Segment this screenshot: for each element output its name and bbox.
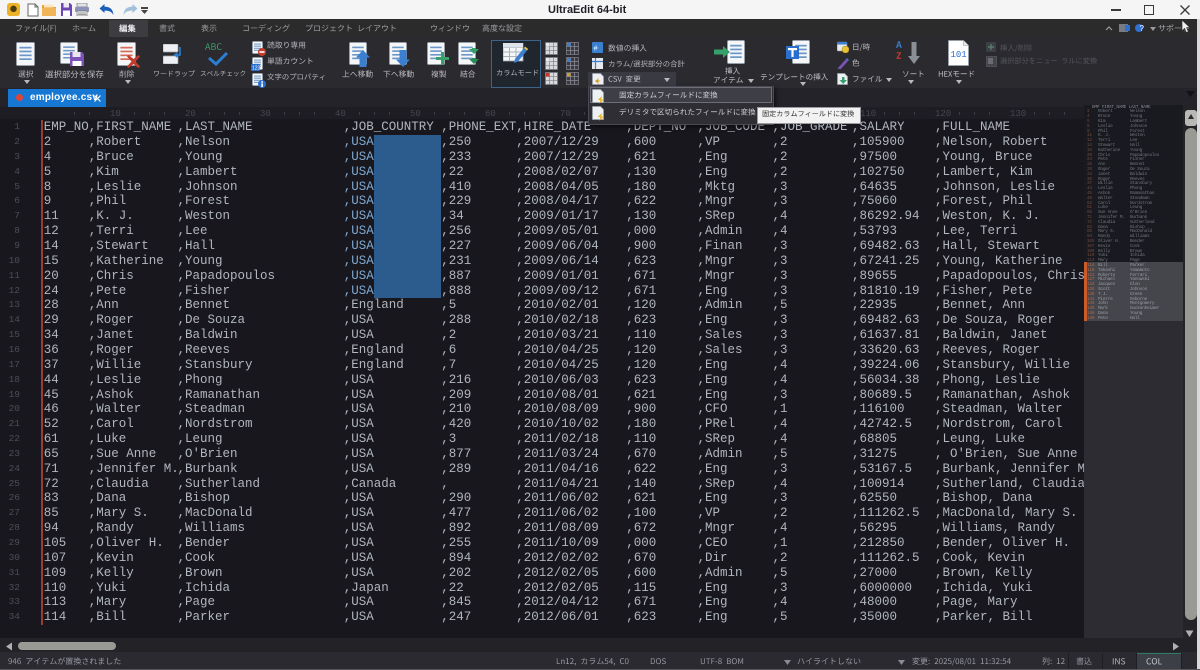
svg-text:101: 101 — [951, 50, 967, 60]
svg-text:123: 123 — [252, 66, 260, 72]
svg-text:#: # — [594, 46, 598, 53]
